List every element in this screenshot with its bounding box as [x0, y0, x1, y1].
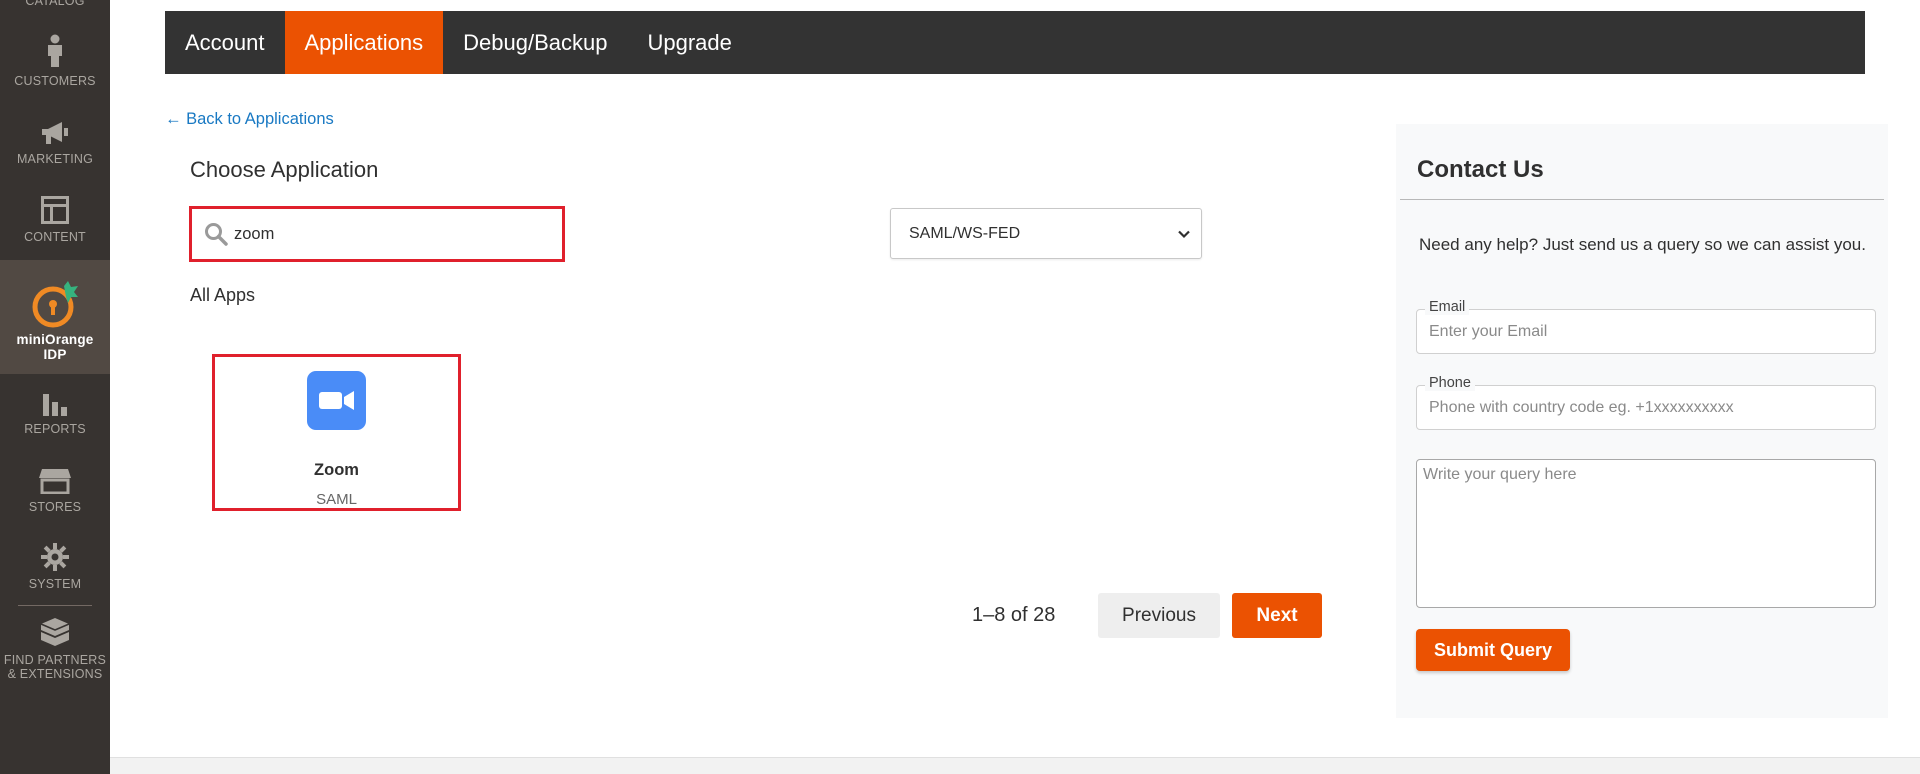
sidebar-item-label-line1: Find Partners	[3, 653, 107, 667]
sidebar-item-label: Customers	[14, 74, 96, 88]
contact-title: Contact Us	[1417, 156, 1544, 183]
sidebar-item-reports[interactable]: Reports	[0, 390, 110, 436]
sidebar-item-find-partners[interactable]: Find Partners & Extensions	[0, 617, 110, 681]
submit-query-button[interactable]: Submit Query	[1416, 629, 1570, 671]
sidebar-item-customers[interactable]: Customers	[0, 34, 110, 88]
sidebar-item-label: System	[28, 577, 82, 591]
pagination-range: 1–8 of 28	[972, 604, 1056, 626]
miniorange-logo-icon	[32, 281, 78, 328]
tab-applications[interactable]: Applications	[284, 11, 444, 74]
chevron-down-icon	[1178, 230, 1190, 239]
sidebar-item-marketing[interactable]: Marketing	[0, 120, 110, 166]
sidebar-item-label: Reports	[24, 422, 86, 436]
previous-button[interactable]: Previous	[1098, 593, 1220, 638]
bar-chart-icon	[43, 394, 67, 416]
gear-icon	[41, 543, 69, 571]
video-camera-icon	[319, 391, 354, 410]
sidebar-item-system[interactable]: System	[0, 543, 110, 591]
next-button[interactable]: Next	[1232, 593, 1322, 638]
cube-stack-icon	[40, 618, 70, 646]
tab-upgrade[interactable]: Upgrade	[627, 11, 751, 74]
sidebar-item-label: Catalog	[25, 0, 85, 8]
app-name: Zoom	[314, 461, 359, 479]
email-field-wrapper: Email	[1416, 299, 1876, 354]
person-icon	[48, 34, 62, 67]
tab-debug-backup[interactable]: Debug/Backup	[443, 11, 627, 74]
sidebar-item-label: Content	[24, 230, 86, 244]
sidebar-item-label: Marketing	[16, 152, 94, 166]
tab-account[interactable]: Account	[165, 11, 285, 74]
page-title: Choose Application	[190, 157, 379, 182]
app-search-box	[189, 206, 565, 262]
phone-field[interactable]	[1429, 386, 1869, 429]
sidebar-divider	[18, 605, 92, 606]
app-card-zoom[interactable]: Zoom SAML	[212, 354, 461, 511]
back-to-applications-link[interactable]: ← Back to Applications	[165, 110, 334, 129]
query-field-wrapper	[1416, 459, 1876, 608]
sidebar-item-label: Stores	[28, 500, 82, 514]
megaphone-icon	[42, 122, 68, 144]
sidebar-item-stores[interactable]: Stores	[0, 468, 110, 514]
sidebar-item-miniorange-idp[interactable]: miniOrange IDP	[0, 260, 110, 374]
page-footer-strip	[110, 757, 1920, 774]
app-protocol: SAML	[316, 491, 357, 508]
sidebar-item-catalog[interactable]: Catalog	[0, 0, 110, 8]
contact-help-text: Need any help? Just send us a query so w…	[1419, 235, 1866, 254]
email-field[interactable]	[1429, 310, 1869, 353]
phone-field-wrapper: Phone	[1416, 375, 1876, 430]
query-textarea[interactable]	[1423, 466, 1869, 600]
sidebar-item-label-line2: & Extensions	[7, 667, 103, 681]
zoom-logo	[307, 371, 366, 430]
search-icon	[205, 223, 228, 246]
contact-divider	[1400, 199, 1884, 200]
sidebar-item-label-line2: IDP	[43, 347, 67, 362]
protocol-select[interactable]: SAML/WS-FED	[890, 208, 1202, 259]
sidebar-item-content[interactable]: Content	[0, 196, 110, 244]
protocol-select-value: SAML/WS-FED	[909, 225, 1021, 242]
app-search-input[interactable]	[234, 209, 554, 259]
main-tab-bar: Account Applications Debug/Backup Upgrad…	[165, 11, 1865, 74]
sidebar-item-label-line1: miniOrange	[16, 332, 94, 347]
storefront-icon	[39, 469, 71, 494]
layout-icon	[41, 196, 69, 224]
contact-us-panel: Contact Us Need any help? Just send us a…	[1396, 124, 1888, 718]
admin-sidebar: Catalog Customers Marketing Content	[0, 0, 110, 774]
section-label-all-apps: All Apps	[190, 285, 256, 305]
